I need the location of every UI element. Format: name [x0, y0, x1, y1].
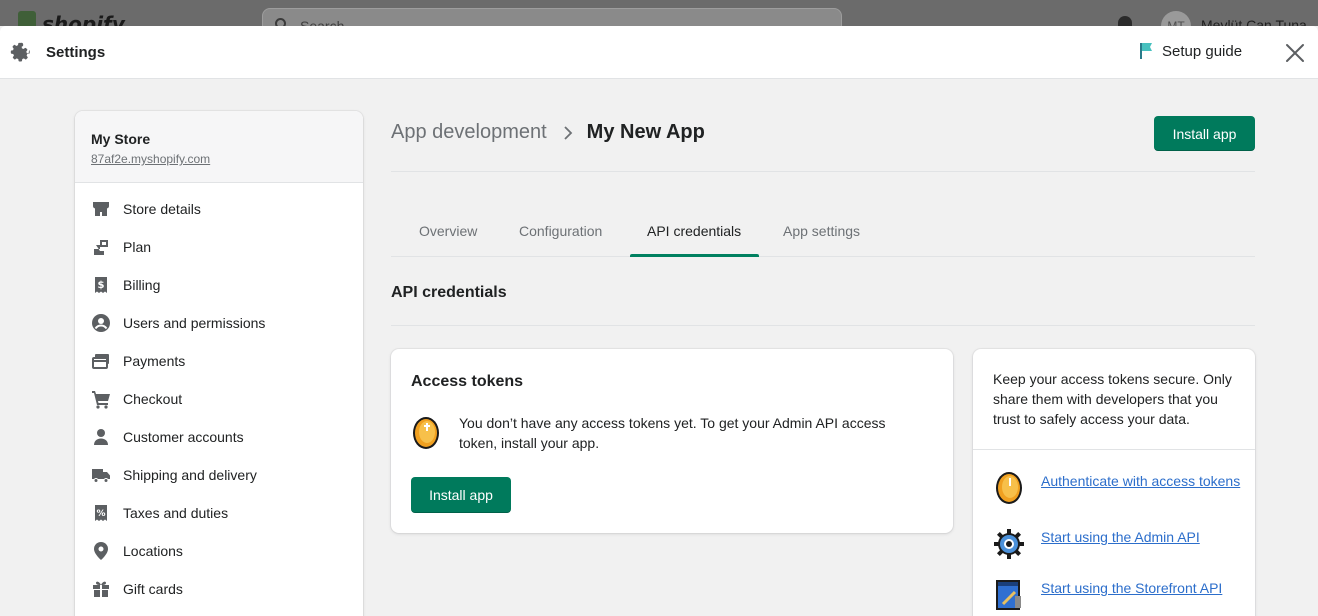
store-name: My Store — [91, 131, 151, 147]
sidebar-item-payments[interactable]: Payments — [75, 342, 363, 380]
sidebar-item-taxes-and-duties[interactable]: % Taxes and duties — [75, 494, 363, 532]
sidebar-item-locations[interactable]: Locations — [75, 532, 363, 570]
user-circle-icon — [91, 313, 111, 333]
help-link-row: Authenticate with access tokens — [993, 471, 1241, 505]
coin-token-icon — [996, 472, 1022, 504]
breadcrumb: App development My New App — [391, 121, 705, 144]
sidebar-item-store-details[interactable]: Store details — [75, 190, 363, 228]
sidebar-item-plan[interactable]: Plan — [75, 228, 363, 266]
section-title: API credentials — [391, 284, 507, 301]
search-icon — [275, 18, 286, 26]
divider — [973, 449, 1255, 450]
gift-icon — [91, 579, 111, 599]
truck-icon — [91, 465, 111, 485]
sidebar-item-gift-cards[interactable]: Gift cards — [75, 570, 363, 608]
divider — [391, 325, 1255, 326]
security-tip-text: Keep your access tokens secure. Only sha… — [993, 371, 1232, 427]
security-help-card: Keep your access tokens secure. Only sha… — [973, 349, 1255, 616]
help-link-row: Start using the Storefront API — [993, 578, 1241, 612]
sidebar-item-customer-accounts[interactable]: Customer accounts — [75, 418, 363, 456]
billing-icon: $ — [91, 275, 111, 295]
page-title: My New App — [586, 121, 705, 143]
tab-app-settings[interactable]: App settings — [783, 209, 860, 257]
flag-icon — [1140, 43, 1152, 59]
settings-sidebar: My Store 87af2e.myshopify.com Store deta… — [75, 111, 363, 616]
sidebar-item-checkout[interactable]: Checkout — [75, 380, 363, 418]
settings-title: Settings — [46, 44, 106, 61]
person-icon — [91, 427, 111, 447]
tax-icon: % — [91, 503, 111, 523]
avatar: MT — [1161, 11, 1191, 26]
breadcrumb-app-development[interactable]: App development — [391, 121, 547, 144]
store-info: My Store 87af2e.myshopify.com — [75, 111, 363, 183]
tab-configuration[interactable]: Configuration — [519, 209, 602, 257]
background-search-input: Search — [262, 8, 842, 26]
app-tabs: Overview Configuration API credentials A… — [391, 209, 1255, 257]
store-domain-link[interactable]: 87af2e.myshopify.com — [91, 152, 210, 166]
access-tokens-message: You don’t have any access tokens yet. To… — [459, 415, 886, 451]
divider — [391, 171, 1255, 172]
store-icon — [91, 199, 111, 219]
plan-icon — [91, 237, 111, 257]
shopify-bag-icon — [18, 11, 36, 26]
access-tokens-card: Access tokens You don’t have any access … — [391, 349, 953, 533]
authenticate-access-tokens-link[interactable]: Authenticate with access tokens — [1041, 471, 1241, 491]
storefront-api-link[interactable]: Start using the Storefront API — [1041, 578, 1241, 598]
tab-overview[interactable]: Overview — [419, 209, 477, 257]
bell-icon — [1118, 16, 1132, 26]
chevron-right-icon — [564, 125, 572, 140]
setup-guide-button[interactable]: Setup guide — [1138, 42, 1242, 60]
user-name: Mevlüt Can Tuna — [1201, 17, 1307, 26]
close-icon[interactable] — [1284, 42, 1306, 64]
gear-icon — [10, 42, 30, 62]
sidebar-item-shipping-and-delivery[interactable]: Shipping and delivery — [75, 456, 363, 494]
setup-guide-label: Setup guide — [1162, 42, 1243, 60]
svg-text:$: $ — [98, 280, 105, 291]
card-title: Access tokens — [411, 373, 524, 390]
settings-header: Settings Setup guide — [0, 26, 1318, 79]
tab-api-credentials[interactable]: API credentials — [647, 209, 741, 257]
admin-api-link[interactable]: Start using the Admin API — [1041, 527, 1241, 547]
storefront-blueprint-icon — [996, 580, 1021, 610]
settings-nav: Store details Plan $ Billing Users and p… — [75, 183, 363, 608]
shopify-logo: shopify — [18, 8, 125, 26]
active-tab-indicator — [630, 254, 759, 257]
sidebar-item-billing[interactable]: $ Billing — [75, 266, 363, 304]
location-pin-icon — [91, 541, 111, 561]
install-app-card-button[interactable]: Install app — [411, 477, 511, 513]
payments-icon — [91, 351, 111, 371]
install-app-button[interactable]: Install app — [1154, 116, 1255, 151]
svg-text:%: % — [96, 509, 105, 519]
sidebar-item-users-and-permissions[interactable]: Users and permissions — [75, 304, 363, 342]
coin-token-icon — [413, 417, 439, 449]
help-link-row: Start using the Admin API — [993, 527, 1241, 561]
cart-icon — [91, 389, 111, 409]
background-admin-bar: shopify Search MT Mevlüt Can Tuna — [0, 0, 1318, 26]
gear-cog-icon — [994, 529, 1024, 559]
